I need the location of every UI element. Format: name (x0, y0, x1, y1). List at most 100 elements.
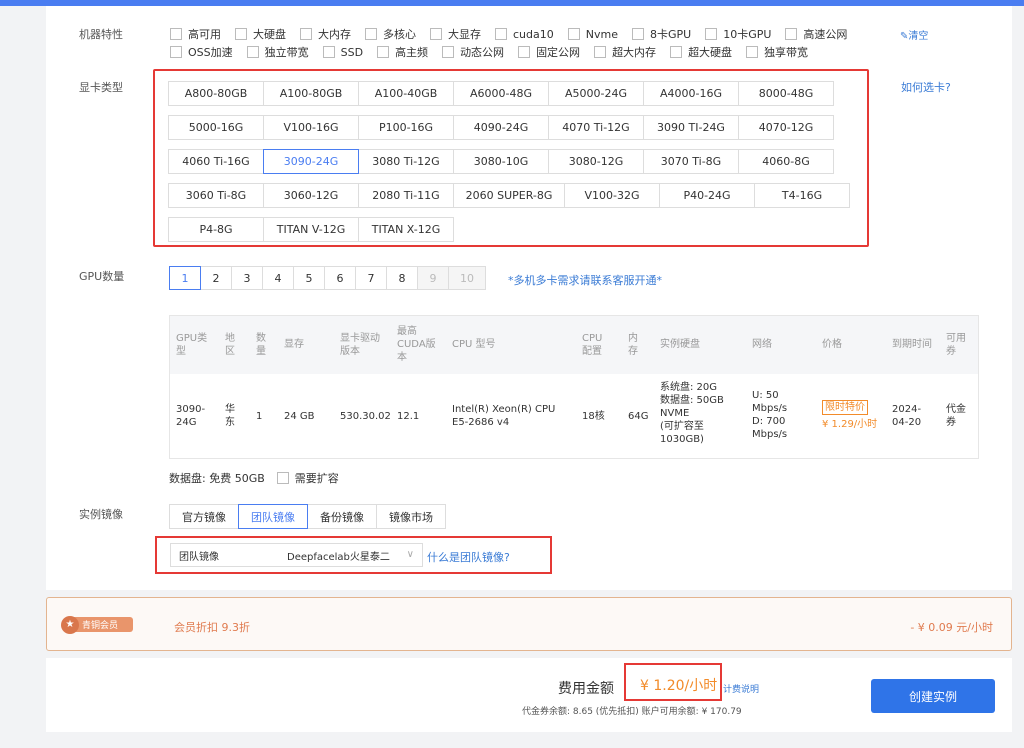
feature-option[interactable]: 8卡GPU (631, 26, 691, 42)
th-gpu-type: GPU类型 (176, 333, 208, 357)
feature-option[interactable]: OSS加速 (170, 44, 233, 60)
gpu-option-3090-24g[interactable]: 3090-24G (263, 149, 359, 174)
gpu-option-a800-80gb[interactable]: A800-80GB (168, 81, 264, 106)
expand-disk-checkbox[interactable] (276, 472, 289, 484)
image-tab-3[interactable]: 备份镜像 (307, 504, 377, 529)
gpu-option-a100-40gb[interactable]: A100-40GB (358, 81, 454, 106)
gpu-option-3060-ti-8g[interactable]: 3060 Ti-8G (168, 183, 264, 208)
feature-checkbox[interactable] (518, 46, 531, 58)
gpu-count-option-10[interactable]: 10 (448, 266, 486, 290)
feature-checkbox[interactable] (495, 28, 507, 40)
gpu-option-titan-x-12g[interactable]: TITAN X-12G (358, 217, 454, 242)
gpu-type-row: A800-80GB A100-80GB A100-40GB A6000-48G A500… (168, 81, 834, 106)
gpu-count-option-9[interactable]: 9 (417, 266, 449, 290)
feature-option[interactable]: 大显存 (430, 26, 481, 42)
gpu-option-5000-16g[interactable]: 5000-16G (168, 115, 264, 140)
gpu-option-8000-48g[interactable]: 8000-48G (738, 81, 834, 106)
billing-info-link[interactable]: 计费说明 (723, 682, 759, 695)
feature-checkbox[interactable] (594, 46, 607, 58)
feature-option[interactable]: cuda10 (495, 28, 554, 41)
gpu-count-option-7[interactable]: 7 (355, 266, 387, 290)
gpu-option-3090-ti-24g[interactable]: 3090 TI-24G (643, 115, 739, 140)
feature-checkbox[interactable] (170, 46, 182, 58)
gpu-option-a4000-16g[interactable]: A4000-16G (643, 81, 739, 106)
gpu-option-p100-16g[interactable]: P100-16G (358, 115, 454, 140)
clear-filters-link[interactable]: ✎清空 (900, 27, 928, 42)
feature-option[interactable]: 动态公网 (442, 44, 504, 60)
gpu-option-t4-16g[interactable]: T4-16G (754, 183, 850, 208)
image-tab-2[interactable]: 团队镜像 (238, 504, 308, 529)
gpu-option-3080-10g[interactable]: 3080-10G (453, 149, 549, 174)
gpu-count-option-4[interactable]: 4 (262, 266, 294, 290)
gpu-option-3070-ti-8g[interactable]: 3070 Ti-8G (643, 149, 739, 174)
gpu-option-a6000-48g[interactable]: A6000-48G (453, 81, 549, 106)
th-cuda: 最高CUDA版本 (397, 326, 436, 363)
feature-row-2: OSS加速 独立带宽 SSD 高主频 动态公网 固定公网 超大内存 超大硬盘 独享带宽 (170, 44, 870, 60)
feature-checkbox[interactable] (705, 28, 718, 40)
feature-option[interactable]: 10卡GPU (705, 26, 771, 42)
how-to-choose-link[interactable]: 如何选卡? (901, 79, 951, 95)
feature-option[interactable]: 独享带宽 (746, 44, 808, 60)
feature-checkbox[interactable] (670, 46, 683, 58)
feature-checkbox[interactable] (300, 28, 312, 40)
gpu-option-4060-8g[interactable]: 4060-8G (738, 149, 834, 174)
feature-checkbox[interactable] (322, 46, 335, 58)
feature-checkbox[interactable] (430, 28, 442, 40)
feature-checkbox[interactable] (235, 28, 247, 40)
gpu-option-v100-32g[interactable]: V100-32G (564, 183, 660, 208)
gpu-count-option-1[interactable]: 1 (169, 266, 201, 290)
feature-label: 高主频 (395, 46, 429, 59)
feature-option[interactable]: 大硬盘 (235, 26, 286, 42)
gpu-count-option-5[interactable]: 5 (293, 266, 325, 290)
gpu-option-4070-ti-12g[interactable]: 4070 Ti-12G (548, 115, 644, 140)
gpu-option-4070-12g[interactable]: 4070-12G (738, 115, 834, 140)
member-discount-bar: ★ 青铜会员 会员折扣 9.3折 - ¥ 0.09 元/小时 (46, 597, 1012, 651)
gpu-count-option-2[interactable]: 2 (200, 266, 232, 290)
image-tab-4[interactable]: 镜像市场 (376, 504, 446, 529)
gpu-count-option-3[interactable]: 3 (231, 266, 263, 290)
create-instance-button[interactable]: 创建实例 (871, 679, 995, 713)
feature-option[interactable]: 超大内存 (594, 44, 656, 60)
feature-checkbox[interactable] (442, 46, 455, 58)
gpu-option-titan-v-12g[interactable]: TITAN V-12G (263, 217, 359, 242)
image-select[interactable]: 团队镜像 Deepfacelab火星泰二 ∨ (170, 543, 423, 567)
feature-option[interactable]: 高速公网 (785, 26, 847, 42)
gpu-option-a100-80gb[interactable]: A100-80GB (263, 81, 359, 106)
gpu-option-3080-ti-12g[interactable]: 3080 Ti-12G (358, 149, 454, 174)
feature-option[interactable]: 独立带宽 (246, 44, 309, 60)
gpu-option-4090-24g[interactable]: 4090-24G (453, 115, 549, 140)
gpu-count-option-8[interactable]: 8 (386, 266, 418, 290)
feature-checkbox[interactable] (746, 46, 759, 58)
gpu-count-option-6[interactable]: 6 (324, 266, 356, 290)
feature-option[interactable]: 固定公网 (518, 44, 580, 60)
feature-option[interactable]: 多核心 (365, 26, 416, 42)
gpu-option-4060-ti-16g[interactable]: 4060 Ti-16G (168, 149, 264, 174)
feature-checkbox[interactable] (170, 28, 182, 40)
image-label: 实例镜像 (79, 508, 123, 521)
gpu-option-a5000-24g[interactable]: A5000-24G (548, 81, 644, 106)
feature-option[interactable]: 大内存 (300, 26, 351, 42)
gpu-option-3080-12g[interactable]: 3080-12G (548, 149, 644, 174)
gpu-option-2080-ti-11g[interactable]: 2080 Ti-11G (358, 183, 454, 208)
gpu-option-p40-24g[interactable]: P40-24G (659, 183, 755, 208)
feature-checkbox[interactable] (365, 28, 377, 40)
feature-option[interactable]: 超大硬盘 (670, 44, 732, 60)
gpu-option-3060-12g[interactable]: 3060-12G (263, 183, 359, 208)
feature-option[interactable]: Nvme (567, 28, 618, 41)
what-is-team-image-link[interactable]: 什么是团队镜像? (427, 549, 510, 565)
td-vram: 24 GB (284, 411, 315, 422)
gpu-option-2060-super-8g[interactable]: 2060 SUPER-8G (453, 183, 565, 208)
gpu-option-p4-8g[interactable]: P4-8G (168, 217, 264, 242)
feature-checkbox[interactable] (785, 28, 798, 40)
feature-option[interactable]: 高主频 (377, 44, 428, 60)
image-tabs: 官方镜像 团队镜像 备份镜像 镜像市场 (169, 504, 446, 529)
feature-checkbox[interactable] (631, 28, 644, 40)
image-tab-1[interactable]: 官方镜像 (169, 504, 239, 529)
td-count: 1 (256, 411, 263, 422)
feature-option[interactable]: SSD (322, 46, 363, 59)
gpu-option-v100-16g[interactable]: V100-16G (263, 115, 359, 140)
feature-checkbox[interactable] (377, 46, 390, 58)
feature-option[interactable]: 高可用 (170, 26, 221, 42)
feature-checkbox[interactable] (246, 46, 259, 58)
feature-checkbox[interactable] (567, 28, 580, 40)
